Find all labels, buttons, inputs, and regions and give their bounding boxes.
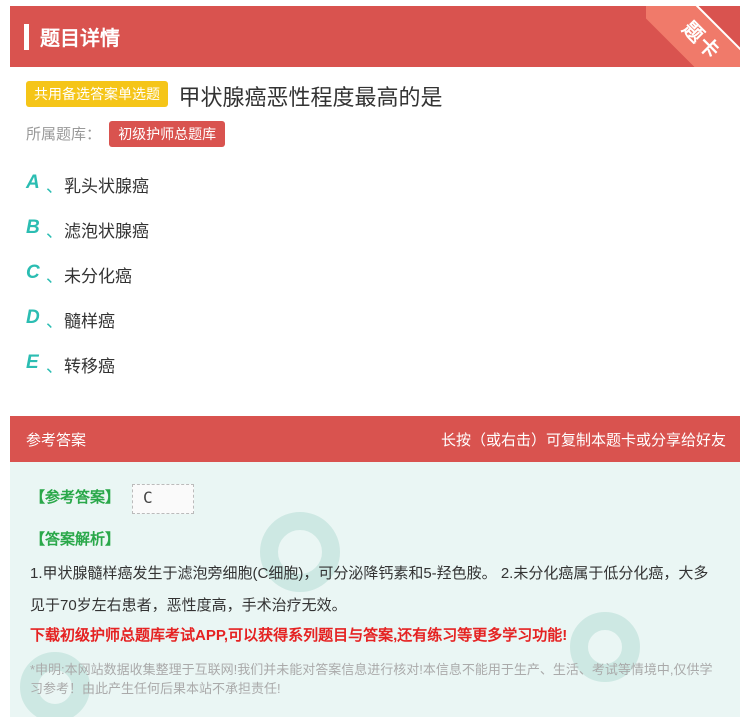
option-d[interactable]: D 、 髓样癌 bbox=[26, 307, 149, 352]
option-text: 转移癌 bbox=[64, 357, 115, 376]
share-hint: 长按（或右击）可复制本题卡或分享给好友 bbox=[440, 432, 726, 449]
answer-section-title: 参考答案 bbox=[26, 432, 87, 449]
option-letter: D bbox=[26, 307, 40, 328]
question-row: 共用备选答案单选题 甲状腺癌恶性程度最高的是 bbox=[26, 80, 726, 112]
answer-header: 参考答案 长按（或右击）可复制本题卡或分享给好友 bbox=[10, 416, 740, 462]
question-bank-label: 所属题库： bbox=[26, 126, 102, 143]
option-letter: C bbox=[26, 262, 40, 283]
option-e[interactable]: E 、 转移癌 bbox=[26, 352, 149, 397]
page-header: 题目详情 题卡 bbox=[10, 6, 740, 67]
analysis-text: 1.甲状腺髓样癌发生于滤泡旁细胞(C细胞)，可分泌降钙素和5-羟色胺。 2.未分… bbox=[30, 565, 709, 614]
card-corner-ribbon: 题卡 bbox=[646, 6, 740, 67]
option-separator: 、 bbox=[46, 357, 63, 376]
option-text: 髓样癌 bbox=[64, 312, 115, 331]
reference-answer-label: 【参考答案】 bbox=[30, 489, 121, 506]
option-c[interactable]: C 、 未分化癌 bbox=[26, 262, 149, 307]
disclaimer-text: *申明:本网站数据收集整理于互联网!我们并未能对答案信息进行核对!本信息不能用于… bbox=[30, 662, 713, 696]
question-text: 甲状腺癌恶性程度最高的是 bbox=[178, 85, 443, 110]
option-separator: 、 bbox=[46, 267, 63, 286]
page-title: 题目详情 bbox=[40, 28, 120, 50]
question-bank-row: 所属题库： 初级护师总题库 bbox=[26, 121, 226, 147]
option-separator: 、 bbox=[46, 177, 63, 196]
reference-answer-value: C bbox=[132, 484, 194, 514]
option-separator: 、 bbox=[46, 312, 63, 331]
header-accent-bar bbox=[24, 24, 29, 50]
option-separator: 、 bbox=[46, 222, 63, 241]
answer-body: 【参考答案】 C 【答案解析】 1.甲状腺髓样癌发生于滤泡旁细胞(C细胞)，可分… bbox=[10, 462, 740, 717]
question-type-badge: 共用备选答案单选题 bbox=[26, 81, 168, 107]
option-text: 乳头状腺癌 bbox=[64, 177, 149, 196]
option-text: 未分化癌 bbox=[64, 267, 132, 286]
question-bank-tag[interactable]: 初级护师总题库 bbox=[109, 121, 226, 147]
card-corner-label: 题卡 bbox=[646, 6, 740, 67]
option-a[interactable]: A 、 乳头状腺癌 bbox=[26, 172, 149, 217]
options-list: A 、 乳头状腺癌 B 、 滤泡状腺癌 C 、 未分化癌 D 、 髓样癌 E 、… bbox=[26, 172, 149, 397]
option-b[interactable]: B 、 滤泡状腺癌 bbox=[26, 217, 149, 262]
analysis-label: 【答案解析】 bbox=[30, 531, 121, 548]
app-download-promo[interactable]: 下载初级护师总题库考试APP,可以获得系列题目与答案,还有练习等更多学习功能! bbox=[30, 624, 567, 645]
option-letter: E bbox=[26, 352, 39, 373]
option-letter: A bbox=[26, 172, 40, 193]
option-letter: B bbox=[26, 217, 40, 238]
option-text: 滤泡状腺癌 bbox=[64, 222, 149, 241]
